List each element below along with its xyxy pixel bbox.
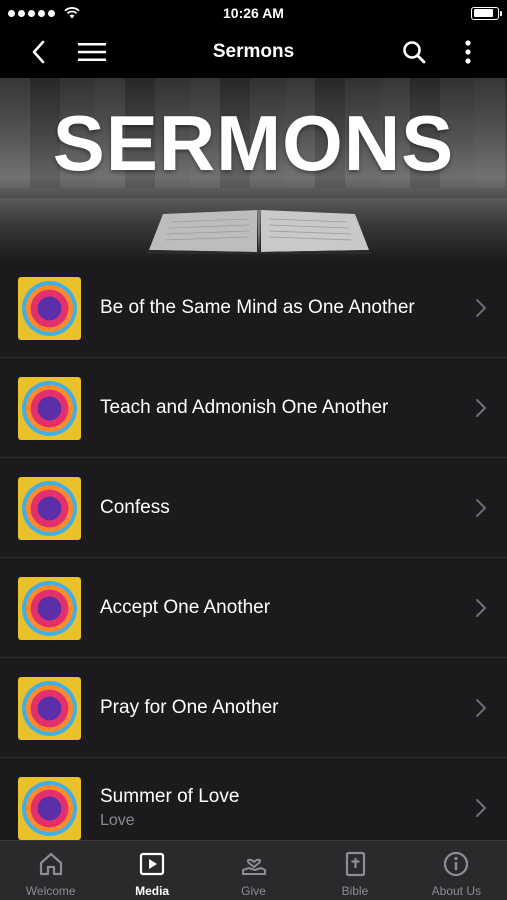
info-icon [442, 850, 470, 878]
chevron-right-icon [475, 298, 487, 318]
summer-of-love-artwork [22, 581, 77, 636]
tab-label: Media [135, 884, 170, 898]
sermon-list: Be of the Same Mind as One Another Teach … [0, 258, 507, 840]
list-item[interactable]: Pray for One Another [0, 658, 507, 758]
chevron-right-icon [475, 498, 487, 518]
list-item[interactable]: Teach and Admonish One Another [0, 358, 507, 458]
list-item[interactable]: Summer of Love Love [0, 758, 507, 840]
list-item[interactable]: Be of the Same Mind as One Another [0, 258, 507, 358]
list-item[interactable]: Confess [0, 458, 507, 558]
sermon-text: Pray for One Another [100, 697, 457, 719]
tab-media[interactable]: Media [101, 841, 202, 900]
menu-button[interactable] [70, 26, 114, 78]
sermon-thumbnail [18, 477, 81, 540]
sermon-title: Accept One Another [100, 596, 271, 618]
chevron-right-icon [475, 398, 487, 418]
summer-of-love-artwork [22, 781, 77, 836]
sermon-text: Be of the Same Mind as One Another [100, 297, 457, 319]
tab-bible[interactable]: Bible [304, 841, 405, 900]
sermon-thumbnail [18, 577, 81, 640]
nav-bar: Sermons [0, 26, 507, 78]
sermon-thumbnail [18, 777, 81, 840]
tab-label: Bible [341, 884, 369, 898]
sermon-title: Pray for One Another [100, 696, 279, 718]
chevron-right-icon [475, 798, 487, 818]
hamburger-icon [78, 43, 106, 61]
wifi-icon [64, 7, 80, 19]
home-icon [37, 850, 65, 878]
sermon-thumbnail [18, 377, 81, 440]
search-icon [403, 41, 426, 64]
sermon-text: Accept One Another [100, 597, 457, 619]
sermon-title: Confess [100, 496, 170, 518]
chevron-right-icon [475, 698, 487, 718]
more-vertical-icon [465, 40, 471, 64]
battery-icon [471, 6, 502, 20]
sermon-title: Summer of Love [100, 785, 240, 807]
tab-bar: Welcome Media Give Bible About Us [0, 840, 507, 900]
sermon-thumbnail [18, 277, 81, 340]
sermon-text: Confess [100, 497, 457, 519]
more-options-button[interactable] [446, 26, 490, 78]
tab-welcome[interactable]: Welcome [0, 841, 101, 900]
tab-about-us[interactable]: About Us [406, 841, 507, 900]
sermons-banner: SERMONS [0, 78, 507, 258]
tab-label: Welcome [25, 884, 76, 898]
play-icon [138, 850, 166, 878]
cellular-signal-icon [8, 7, 80, 19]
chevron-left-icon [32, 40, 45, 64]
back-button[interactable] [16, 26, 60, 78]
summer-of-love-artwork [22, 481, 77, 536]
chevron-right-icon [475, 598, 487, 618]
sermon-text: Teach and Admonish One Another [100, 397, 457, 419]
give-hand-icon [240, 850, 268, 878]
tab-label: About Us [431, 884, 481, 898]
sermon-title: Be of the Same Mind as One Another [100, 296, 415, 318]
banner-title: SERMONS [52, 99, 455, 187]
sermon-subtitle: Love [100, 811, 135, 829]
status-bar: 10:26 AM [0, 0, 507, 26]
tab-give[interactable]: Give [203, 841, 304, 900]
sermon-title: Teach and Admonish One Another [100, 396, 389, 418]
search-button[interactable] [392, 26, 436, 78]
bible-icon [341, 850, 369, 878]
summer-of-love-artwork [22, 681, 77, 736]
summer-of-love-artwork [22, 281, 77, 336]
summer-of-love-artwork [22, 381, 77, 436]
tab-label: Give [241, 884, 266, 898]
list-item[interactable]: Accept One Another [0, 558, 507, 658]
sermon-text: Summer of Love Love [100, 786, 457, 830]
open-bible-image [145, 210, 373, 254]
sermon-thumbnail [18, 677, 81, 740]
